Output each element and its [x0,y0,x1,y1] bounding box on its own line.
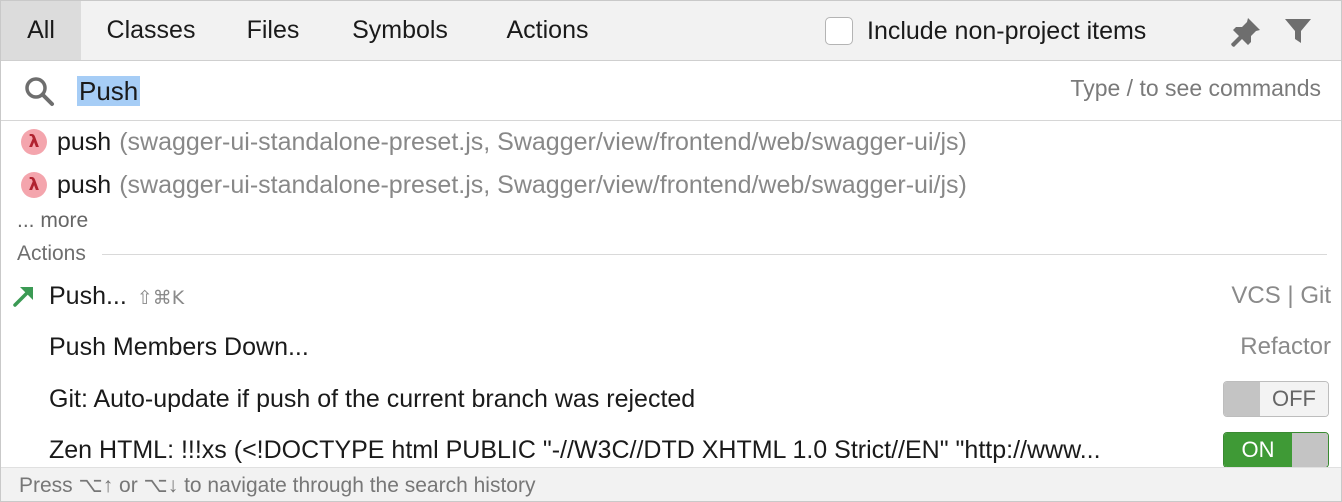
result-path: (swagger-ui-standalone-preset.js, Swagge… [119,127,967,156]
action-category: VCS | Git [1231,282,1331,309]
tab-files[interactable]: Files [221,1,325,60]
shortcut-label: ⇧⌘K [136,287,185,309]
action-label: Push Members Down... [49,333,309,361]
tab-all[interactable]: All [1,1,81,60]
action-category: Refactor [1240,333,1331,360]
action-push[interactable]: Push... ⇧⌘K VCS | Git [1,271,1341,321]
search-input-value: Push [77,76,141,106]
action-label: Zen HTML: !!!xs (<!DOCTYPE html PUBLIC "… [49,436,1101,464]
actions-section-header: Actions [17,241,1327,267]
actions-section-label: Actions [17,242,86,265]
more-link[interactable]: ... more [17,209,88,233]
lambda-icon: λ [21,172,47,198]
lambda-icon: λ [21,129,47,155]
search-input[interactable]: Push [73,74,144,108]
toggle-knob [1292,433,1328,467]
tab-classes[interactable]: Classes [81,1,221,60]
toggle-switch[interactable]: ON [1223,432,1329,468]
footer-hint: Press ⌥↑ or ⌥↓ to navigate through the s… [19,474,536,497]
action-git-auto-update[interactable]: Git: Auto-update if push of the current … [1,374,1341,424]
action-label: Git: Auto-update if push of the current … [49,385,696,413]
tab-actions[interactable]: Actions [475,1,620,60]
tab-bar: All Classes Files Symbols Actions Includ… [1,1,1341,61]
include-non-project-toggle[interactable]: Include non-project items [825,17,1146,45]
search-row: Push Type / to see commands [1,61,1341,121]
action-push-members-down[interactable]: Push Members Down... Refactor [1,322,1341,372]
search-everywhere-popup: All Classes Files Symbols Actions Includ… [0,0,1342,502]
push-arrow-icon [13,287,33,307]
search-icon [25,77,54,106]
result-name: push [57,127,112,156]
result-path: (swagger-ui-standalone-preset.js, Swagge… [119,170,967,199]
toggle-state: ON [1224,433,1292,467]
action-label: Push... ⇧⌘K [49,282,185,310]
footer-bar: Press ⌥↑ or ⌥↓ to navigate through the s… [1,467,1341,501]
section-divider [101,253,1327,255]
result-item[interactable]: λ push (swagger-ui-standalone-preset.js,… [1,164,1341,206]
tab-symbols[interactable]: Symbols [325,1,475,60]
filter-icon[interactable] [1283,16,1313,46]
toggle-knob [1224,382,1260,416]
include-non-project-checkbox[interactable] [825,17,853,45]
toggle-state: OFF [1260,382,1328,416]
result-item[interactable]: λ push (swagger-ui-standalone-preset.js,… [1,121,1341,163]
pin-icon[interactable] [1229,15,1263,49]
include-non-project-label: Include non-project items [867,16,1147,45]
toggle-switch[interactable]: OFF [1223,381,1329,417]
search-hint: Type / to see commands [1070,75,1321,101]
result-name: push [57,170,112,199]
